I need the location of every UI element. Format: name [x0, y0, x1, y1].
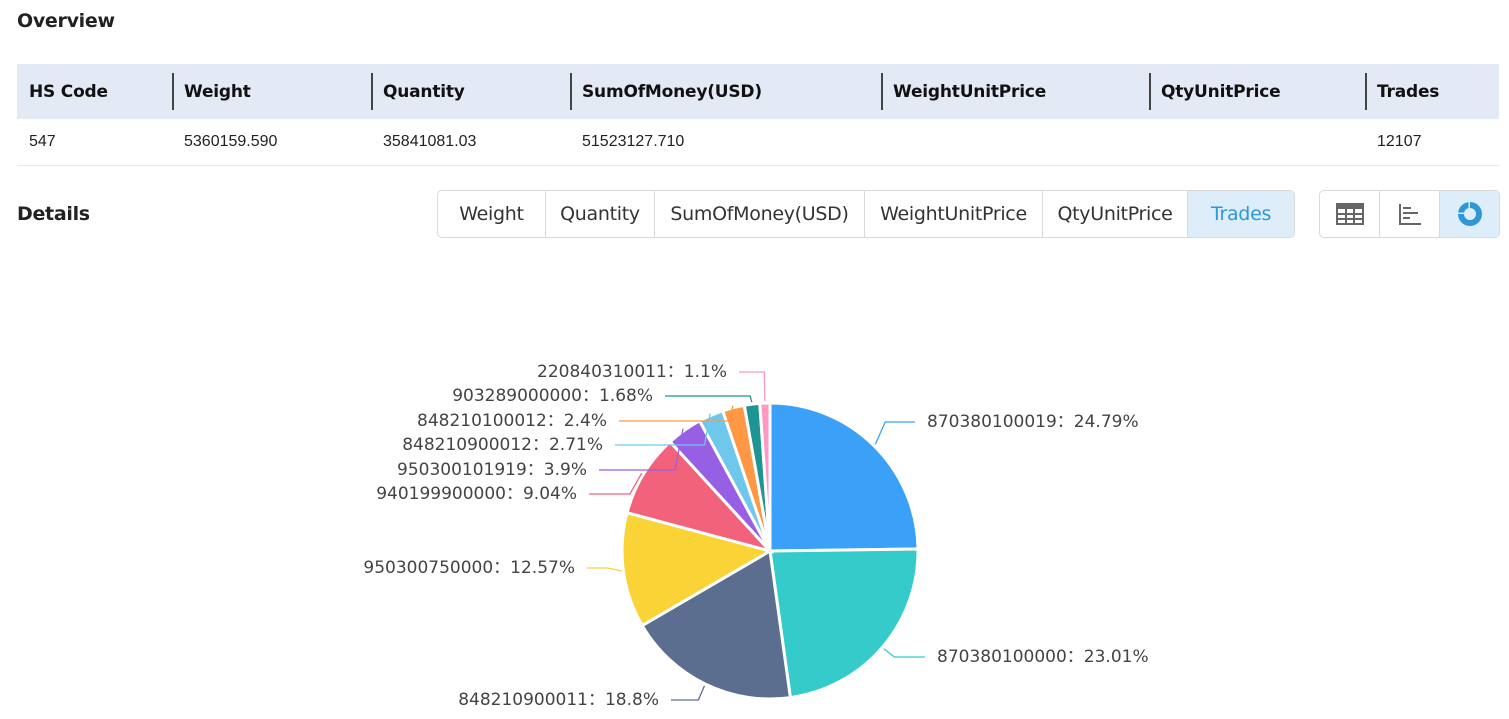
table-row: 547 5360159.590 35841081.03 51523127.710… — [17, 119, 1499, 166]
column-header-quantity: Quantity — [371, 64, 570, 119]
metric-tabs: Weight Quantity SumOfMoney(USD) WeightUn… — [437, 190, 1295, 238]
data-label-848210100012: 848210100012：2.4% — [417, 411, 607, 431]
overview-table: HS Code Weight Quantity SumOfMoney(USD) … — [17, 64, 1499, 166]
details-title: Details — [17, 203, 90, 225]
data-label-848210900011: 848210900011：18.8% — [458, 690, 659, 710]
cell-weight-unit-price — [881, 119, 1149, 166]
column-header-trades: Trades — [1365, 64, 1499, 119]
pie-chart-icon — [1457, 202, 1482, 226]
label-line-870380100019 — [874, 421, 915, 445]
data-label-870380100000: 870380100000：23.01% — [937, 647, 1149, 667]
pie-slice-870380100019[interactable] — [768, 401, 920, 553]
bar-chart-icon — [1398, 204, 1421, 225]
column-header-hs-code: HS Code — [17, 64, 172, 119]
tab-trades[interactable]: Trades — [1188, 191, 1294, 237]
data-label-870380100019: 870380100019：24.79% — [927, 412, 1139, 432]
cell-qty-unit-price — [1149, 119, 1365, 166]
overview-title: Overview — [17, 10, 115, 32]
column-header-weight: Weight — [172, 64, 371, 119]
tab-weight[interactable]: Weight — [438, 191, 546, 237]
label-line-848210900011 — [671, 685, 706, 701]
label-line-903289000000 — [665, 395, 753, 403]
label-line-220840310011 — [739, 371, 766, 402]
tab-sum-of-money[interactable]: SumOfMoney(USD) — [655, 191, 865, 237]
view-tabs — [1319, 190, 1500, 238]
bar-view-button[interactable] — [1380, 191, 1440, 237]
cell-sum-of-money: 51523127.710 — [570, 119, 881, 166]
pie-view-button[interactable] — [1440, 191, 1499, 237]
cell-hs-code: 547 — [17, 119, 172, 166]
label-line-870380100000 — [883, 648, 925, 658]
column-header-sum-of-money: SumOfMoney(USD) — [570, 64, 881, 119]
overview-header-row: HS Code Weight Quantity SumOfMoney(USD) … — [17, 64, 1499, 119]
data-label-903289000000: 903289000000：1.68% — [452, 386, 653, 406]
pie-slice-870380100000[interactable] — [768, 547, 920, 700]
tab-weight-unit-price[interactable]: WeightUnitPrice — [865, 191, 1043, 237]
tab-qty-unit-price[interactable]: QtyUnitPrice — [1043, 191, 1188, 237]
data-label-220840310011: 220840310011：1.1% — [537, 362, 727, 382]
cell-weight: 5360159.590 — [172, 119, 371, 166]
tab-quantity[interactable]: Quantity — [546, 191, 655, 237]
pie-chart: 870380100019：24.79% 870380100000：23.01% 84… — [363, 362, 1149, 710]
data-label-940199900000: 940199900000：9.04% — [376, 484, 577, 504]
data-label-950300101919: 950300101919：3.9% — [397, 460, 587, 480]
data-label-848210900012: 848210900012：2.71% — [402, 435, 603, 455]
data-label-950300750000: 950300750000：12.57% — [363, 558, 575, 578]
label-line-950300750000 — [587, 567, 622, 572]
table-icon — [1335, 203, 1364, 225]
cell-trades: 12107 — [1365, 119, 1499, 166]
cell-quantity: 35841081.03 — [371, 119, 570, 166]
table-view-button[interactable] — [1320, 191, 1380, 237]
column-header-qty-unit-price: QtyUnitPrice — [1149, 64, 1365, 119]
column-header-weight-unit-price: WeightUnitPrice — [881, 64, 1149, 119]
